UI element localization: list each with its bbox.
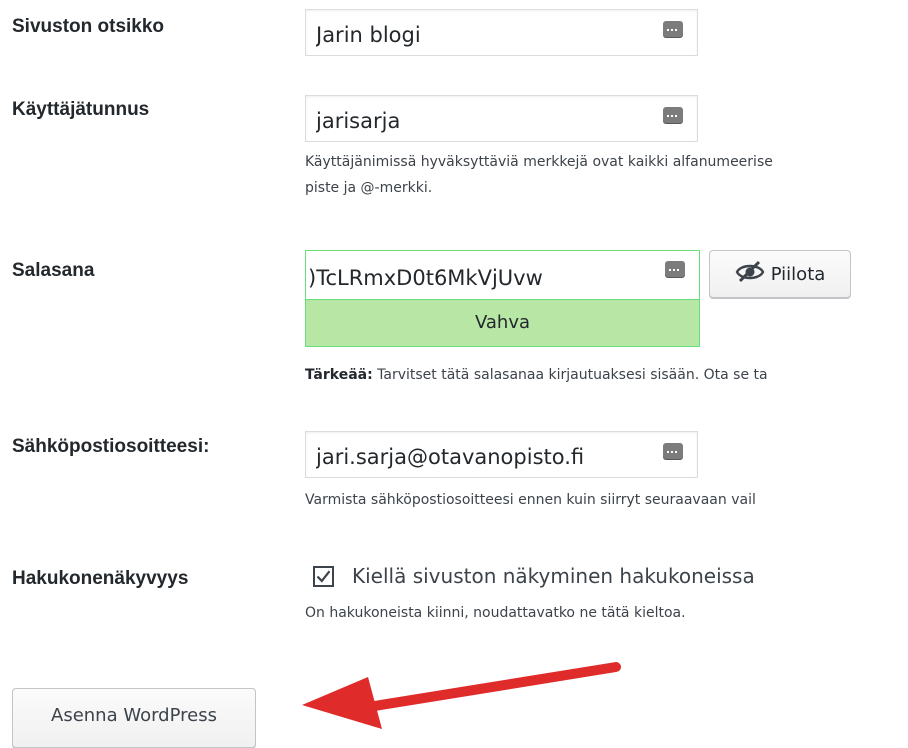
email-help: Varmista sähköpostiosoitteesi ennen kuin…: [305, 492, 756, 508]
checkmark-icon: [316, 570, 331, 583]
password-label: Salasana: [12, 260, 95, 281]
password-note-text: Tarvitset tätä salasanaa kirjautuaksesi …: [372, 367, 768, 383]
red-arrow-annotation: [302, 662, 621, 729]
eye-slash-icon: [735, 260, 765, 288]
password-field[interactable]: Vahva: [305, 250, 700, 347]
search-visibility-checkbox[interactable]: [313, 566, 334, 587]
password-note: Tärkeää: Tarvitset tätä salasanaa kirjau…: [305, 362, 768, 388]
site-title-label: Sivuston otsikko: [12, 16, 165, 37]
email-label: Sähköpostiosoitteesi:: [12, 436, 210, 457]
username-help: Käyttäjänimissä hyväksyttäviä merkkejä o…: [305, 149, 773, 201]
search-visibility-help: On hakukoneista kiinni, noudattavatko ne…: [305, 605, 686, 621]
site-title-field[interactable]: [305, 9, 698, 56]
password-manager-icon[interactable]: [663, 107, 683, 123]
username-label: Käyttäjätunnus: [12, 99, 150, 120]
hide-password-label: Piilota: [770, 263, 826, 285]
username-help-line-2: piste ja @-merkki.: [305, 180, 433, 196]
username-field[interactable]: [305, 95, 698, 142]
password-manager-icon[interactable]: [665, 261, 685, 277]
hide-password-button[interactable]: Piilota: [709, 250, 851, 298]
install-wordpress-button[interactable]: Asenna WordPress: [12, 688, 256, 748]
email-input[interactable]: [306, 432, 697, 477]
username-input[interactable]: [306, 96, 697, 141]
password-strength-meter: Vahva: [306, 299, 699, 346]
username-help-line-1: Käyttäjänimissä hyväksyttäviä merkkejä o…: [305, 154, 773, 170]
search-visibility-label: Hakukonenäkyvyys: [12, 568, 189, 589]
site-title-input[interactable]: [306, 10, 697, 55]
password-manager-icon[interactable]: [663, 443, 683, 459]
password-manager-icon[interactable]: [663, 21, 683, 37]
password-input[interactable]: [306, 251, 699, 299]
password-note-emphasis: Tärkeää:: [305, 367, 373, 383]
search-visibility-checkbox-label[interactable]: Kiellä sivuston näkyminen hakukoneissa: [352, 564, 755, 588]
email-field[interactable]: [305, 431, 698, 478]
